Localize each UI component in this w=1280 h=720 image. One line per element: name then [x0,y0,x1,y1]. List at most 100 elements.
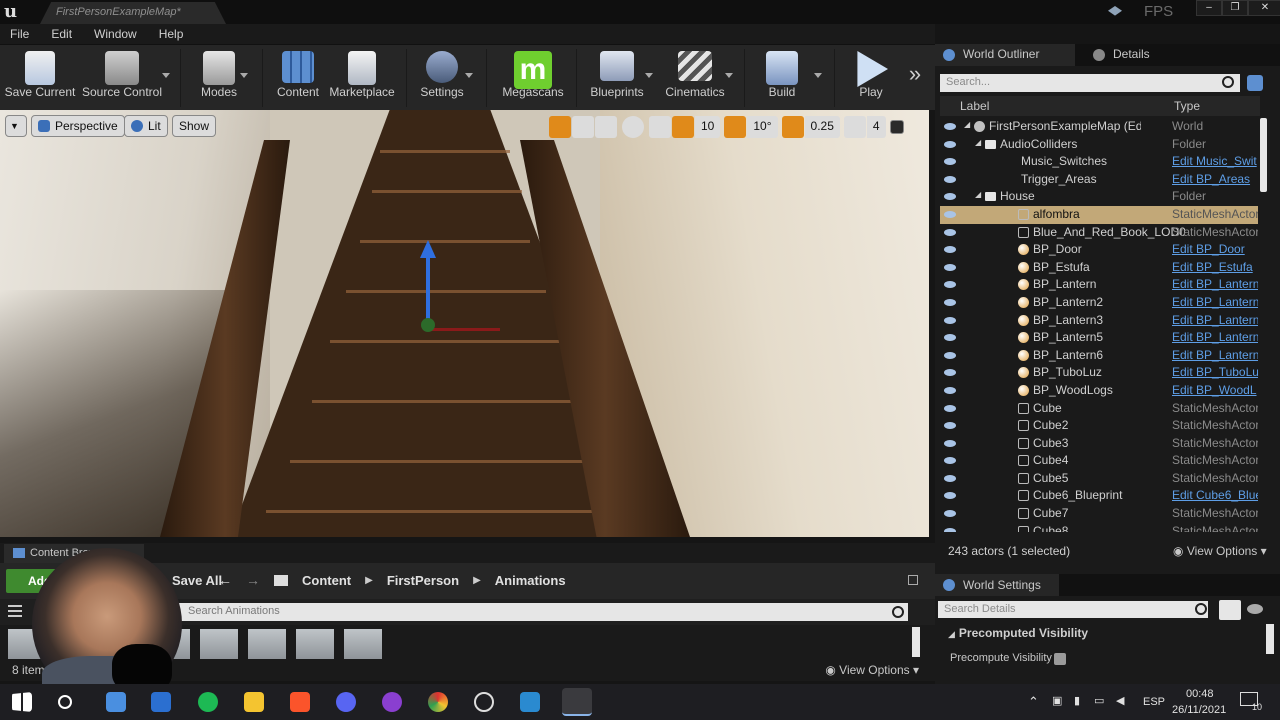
tray-network-icon[interactable]: ▭ [1094,694,1104,707]
gizmo-z-axis[interactable] [426,250,430,320]
visibility-eye-icon[interactable] [944,263,956,271]
edit-blueprint-link[interactable]: Edit BP_Areas [1172,172,1258,186]
modes-button[interactable]: Modes [192,45,246,111]
visibility-eye-icon[interactable] [944,123,956,130]
edit-blueprint-link[interactable]: Edit BP_Lantern [1172,277,1258,291]
lit-button[interactable]: Lit [124,115,168,137]
visibility-eye-icon[interactable] [944,492,956,500]
obs-icon[interactable] [474,692,494,712]
visibility-eye-icon[interactable] [944,386,956,394]
outliner-row[interactable]: BP_Lantern Edit BP_Lantern [940,276,1258,294]
search-icon[interactable] [58,695,72,709]
build-button[interactable]: Build [756,45,808,111]
breadcrumb-firstperson[interactable]: FirstPerson [387,573,459,588]
edit-blueprint-link[interactable]: Edit BP_Estufa [1172,260,1258,274]
menu-help[interactable]: Help [159,27,184,41]
edit-blueprint-link[interactable]: Edit BP_Lantern [1172,295,1258,309]
outliner-search-input[interactable]: Search... [940,74,1240,92]
property-matrix-icon[interactable] [1219,600,1241,620]
asset-thumbnail[interactable] [344,629,382,659]
eye-icon[interactable] [1247,604,1263,614]
precompute-visibility-checkbox[interactable] [1054,653,1066,665]
save-current-button[interactable]: Save Current [4,45,76,111]
visibility-eye-icon[interactable] [944,246,956,254]
visibility-eye-icon[interactable] [944,474,956,482]
outliner-row[interactable]: BP_Estufa Edit BP_Estufa [940,259,1258,277]
outliner-row[interactable]: Cube6_Blueprint Edit Cube6_Blue [940,487,1258,505]
tab-world-outliner[interactable]: World Outliner [935,44,1075,66]
outliner-row[interactable]: ◢ AudioColliders Folder [940,136,1258,154]
visibility-eye-icon[interactable] [944,281,956,289]
outliner-row[interactable]: BP_WoodLogs Edit BP_WoodL [940,382,1258,400]
back-arrow-icon[interactable]: ← [218,572,232,588]
brave-icon[interactable] [290,692,310,712]
cinematics-button[interactable]: Cinematics [662,45,728,111]
visibility-eye-icon[interactable] [944,298,956,306]
source-control-button[interactable]: Source Control [80,45,164,111]
maximize-button[interactable]: ❐ [1222,0,1248,16]
forward-arrow-icon[interactable]: → [246,572,260,588]
edit-blueprint-link[interactable]: Edit Cube6_Blue [1172,488,1258,502]
discord-icon[interactable] [336,692,356,712]
view-options-button[interactable]: ◉ View Options ▾ [825,663,919,677]
world-settings-search-input[interactable]: Search Details [938,601,1208,618]
surface-snap-icon[interactable] [649,116,671,138]
rotation-snap-icon[interactable] [724,116,747,138]
visibility-eye-icon[interactable] [944,369,956,377]
edit-blueprint-link[interactable]: Edit BP_Lantern [1172,330,1258,344]
camera-speed-icon[interactable] [843,116,866,138]
rotate-mode-icon[interactable] [572,116,594,138]
outliner-row[interactable]: Cube5 StaticMeshActor [940,470,1258,488]
graduation-cap-icon[interactable] [1108,6,1122,16]
visibility-eye-icon[interactable] [944,404,956,412]
camera-speed-value[interactable]: 4 [866,116,886,138]
grid-snap-icon[interactable] [672,116,694,138]
breadcrumb-content[interactable]: Content [302,573,351,588]
tray-devices-icon[interactable]: ▣ [1052,694,1062,707]
minimize-button[interactable]: – [1196,0,1222,16]
menu-window[interactable]: Window [94,27,137,41]
outliner-row[interactable]: BP_Lantern6 Edit BP_Lantern [940,347,1258,365]
tray-mic-icon[interactable]: ▮ [1074,694,1080,707]
outliner-row[interactable]: Cube4 StaticMeshActor [940,452,1258,470]
content-button[interactable]: Content [274,45,322,111]
more-toolbar-button[interactable]: » [902,45,928,111]
content-search-input[interactable]: Search Animations [160,603,908,621]
visibility-eye-icon[interactable] [944,422,956,430]
visibility-eye-icon[interactable] [944,316,956,324]
outliner-row[interactable]: Music_Switches Edit Music_Swit [940,153,1258,171]
gizmo-center[interactable] [421,318,435,332]
close-button[interactable]: ✕ [1248,0,1280,16]
chrome-icon[interactable] [428,692,448,712]
visibility-eye-icon[interactable] [944,210,956,218]
outliner-row[interactable]: BP_Lantern3 Edit BP_Lantern [940,312,1258,330]
edit-blueprint-link[interactable]: Edit BP_Lantern [1172,313,1258,327]
rotation-snap-value[interactable]: 10° [747,116,778,138]
outliner-row[interactable]: BP_TuboLuz Edit BP_TuboLu [940,364,1258,382]
grid-snap-value[interactable]: 10 [695,116,721,138]
modes-dropdown-icon[interactable] [240,73,248,78]
marketplace-button[interactable]: Marketplace [326,45,398,111]
outliner-row[interactable]: BP_Lantern5 Edit BP_Lantern [940,329,1258,347]
asset-scrollbar[interactable] [912,627,920,657]
file-explorer-icon[interactable] [244,692,264,712]
visibility-eye-icon[interactable] [944,140,956,148]
outliner-row[interactable]: ◢ FirstPersonExampleMap (Editor) World [940,118,1258,136]
edit-blueprint-link[interactable]: Edit BP_Door [1172,242,1258,256]
maximize-viewport-icon[interactable] [889,120,904,134]
tab-world-settings[interactable]: World Settings [935,574,1059,596]
scale-mode-icon[interactable] [595,116,617,138]
precomputed-visibility-section[interactable]: ◢ Precomputed Visibility [938,626,1263,644]
calendar-icon[interactable] [151,692,171,712]
outliner-row[interactable]: Blue_And_Red_Book_LOD0_vdlStaticMeshActo… [940,224,1258,242]
outliner-row[interactable]: Cube2 StaticMeshActor [940,417,1258,435]
filters-icon[interactable] [8,605,22,617]
unreal-taskbar-icon[interactable] [562,688,592,716]
menu-file[interactable]: File [10,27,29,41]
asset-thumbnail[interactable] [296,629,334,659]
edit-blueprint-link[interactable]: Edit BP_WoodL [1172,383,1258,397]
save-all-button[interactable]: Save All [172,573,222,588]
outliner-row[interactable]: BP_Lantern2 Edit BP_Lantern [940,294,1258,312]
scale-snap-value[interactable]: 0.25 [804,116,840,138]
visibility-eye-icon[interactable] [944,158,956,166]
